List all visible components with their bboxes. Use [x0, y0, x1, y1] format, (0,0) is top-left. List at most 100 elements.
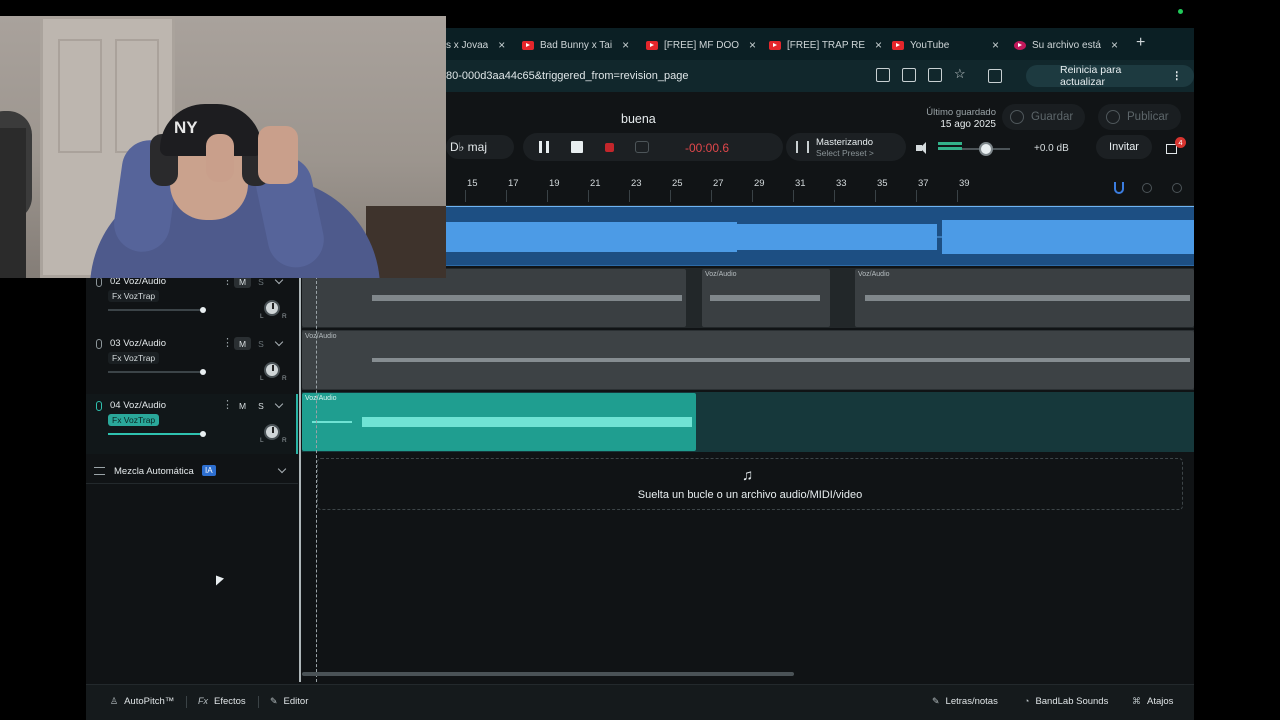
save-label: Guardar: [1031, 111, 1074, 123]
publish-button[interactable]: Publicar: [1098, 104, 1181, 130]
close-icon[interactable]: ×: [498, 38, 505, 52]
url-text[interactable]: 80-000d3aa44c65&triggered_from=revision_…: [446, 70, 688, 82]
chevron-down-icon[interactable]: [274, 337, 284, 347]
tab-title: Su archivo está: [1032, 39, 1101, 51]
solo-button[interactable]: S: [254, 337, 268, 350]
auto-mix-row[interactable]: Mezcla Automática IA: [86, 458, 298, 484]
track-lane-04[interactable]: Voz/Audio: [302, 392, 1194, 452]
pan-knob[interactable]: [264, 362, 280, 378]
pause-icon[interactable]: [539, 141, 549, 153]
pan-left-label: L: [260, 375, 264, 382]
track-lane-03[interactable]: Voz/Audio: [302, 330, 1194, 390]
zoom-out-icon[interactable]: [1142, 183, 1152, 193]
browser-tab[interactable]: Bad Bunny x Tai ×: [522, 34, 629, 56]
fx-chip[interactable]: Fx VozTrap: [108, 290, 160, 302]
close-icon[interactable]: ×: [749, 38, 756, 52]
track-menu-icon[interactable]: ⋮: [222, 336, 233, 349]
bar-tick: 37: [916, 178, 929, 202]
volume-slider-knob[interactable]: [200, 431, 206, 437]
new-tab-button[interactable]: +: [1136, 34, 1145, 52]
track-header-04[interactable]: 04 Voz/Audio ⋮ M S Fx VozTrap L R: [86, 394, 298, 454]
track-name: 04 Voz/Audio: [110, 400, 166, 411]
master-volume-knob[interactable]: [979, 142, 993, 156]
chevron-down-icon[interactable]: [277, 464, 287, 474]
editor-button[interactable]: ✎ Editor: [270, 696, 308, 707]
browser-tab[interactable]: Su archivo está ×: [1014, 34, 1118, 56]
bar-tick: 21: [588, 178, 601, 202]
pan-right-label: R: [282, 437, 287, 444]
effects-button[interactable]: Fx Efectos: [198, 696, 246, 707]
speaker-icon[interactable]: [916, 142, 926, 154]
mastering-button[interactable]: Masterizando Select Preset >: [786, 133, 906, 161]
more-icon[interactable]: ⋮: [1172, 70, 1183, 82]
track-name: 03 Voz/Audio: [110, 338, 166, 349]
track-header-02[interactable]: 02 Voz/Audio ⋮ M S Fx VozTrap L R: [86, 270, 298, 330]
translate-icon[interactable]: [928, 68, 942, 82]
close-icon[interactable]: ×: [875, 38, 882, 52]
zoom-in-icon[interactable]: [1172, 183, 1182, 193]
cast-icon[interactable]: [902, 68, 916, 82]
project-title[interactable]: buena: [621, 112, 656, 126]
browser-tab[interactable]: [FREE] MF DOO ×: [646, 34, 756, 56]
magnet-icon[interactable]: [1114, 182, 1124, 194]
bar-tick: 15: [465, 178, 478, 202]
volume-slider-knob[interactable]: [200, 369, 206, 375]
audio-clip[interactable]: Voz/Audio: [302, 331, 1194, 389]
bar-tick: 23: [629, 178, 642, 202]
update-button[interactable]: Reinicia para actualizar ⋮: [1026, 64, 1194, 88]
solo-button[interactable]: S: [254, 399, 268, 412]
volume-slider[interactable]: [108, 307, 206, 313]
mute-button[interactable]: M: [234, 337, 251, 350]
shortcuts-label: Atajos: [1147, 696, 1174, 707]
invite-button[interactable]: Invitar: [1096, 135, 1152, 159]
loop-icon[interactable]: [635, 141, 649, 153]
waveform: [372, 358, 1190, 362]
volume-readout: +0.0 dB: [1034, 143, 1069, 154]
command-icon: ⌘: [1132, 696, 1141, 706]
pan-knob[interactable]: [264, 424, 280, 440]
audio-clip[interactable]: Voz/Audio: [302, 393, 696, 451]
track-divider[interactable]: [299, 276, 301, 682]
mic-stand: [0, 128, 26, 278]
bandlab-sounds-button[interactable]: ◔ BandLab Sounds: [1024, 696, 1108, 707]
invite-label: Invitar: [1109, 141, 1139, 153]
fx-chip[interactable]: Fx VozTrap: [108, 352, 160, 364]
star-icon[interactable]: ☆: [954, 67, 968, 82]
volume-slider[interactable]: [108, 369, 206, 375]
bar-tick: 33: [834, 178, 847, 202]
fx-chip[interactable]: Fx VozTrap: [108, 414, 160, 426]
pan-right-label: R: [282, 313, 287, 320]
chevron-down-icon[interactable]: [274, 399, 284, 409]
volume-slider-knob[interactable]: [200, 307, 206, 313]
lyrics-button[interactable]: ✎ Letras/notas: [932, 696, 998, 707]
browser-tab[interactable]: s x Jovaa ×: [446, 34, 505, 56]
track-menu-icon[interactable]: ⋮: [222, 398, 233, 411]
close-icon[interactable]: ×: [992, 38, 999, 52]
search-tabs-icon[interactable]: [988, 69, 1002, 83]
volume-slider[interactable]: [108, 431, 206, 437]
pencil-icon: ✎: [270, 696, 278, 706]
divider: [186, 696, 187, 708]
horizontal-scrollbar[interactable]: [302, 672, 794, 676]
record-icon[interactable]: [605, 143, 614, 152]
reader-icon[interactable]: [876, 68, 890, 82]
audio-clip[interactable]: Voz/Audio: [702, 269, 830, 327]
close-icon[interactable]: ×: [622, 38, 629, 52]
mute-button[interactable]: M: [234, 399, 251, 412]
bar-tick: 27: [711, 178, 724, 202]
drop-zone[interactable]: ♫ Suelta un bucle o un archivo audio/MID…: [317, 458, 1183, 510]
autopitch-button[interactable]: ♙ AutoPitch™: [110, 696, 174, 707]
last-saved-date: 15 ago 2025: [940, 119, 996, 130]
browser-tab[interactable]: YouTube ×: [892, 34, 999, 56]
audio-clip[interactable]: Voz/Audio: [855, 269, 1194, 327]
key-selector[interactable]: D♭ maj: [446, 135, 514, 159]
pan-knob[interactable]: [264, 300, 280, 316]
mic-icon: [96, 401, 102, 411]
browser-tab[interactable]: [FREE] TRAP RE ×: [769, 34, 882, 56]
save-button[interactable]: Guardar: [1002, 104, 1086, 130]
close-icon[interactable]: ×: [1111, 38, 1118, 52]
stop-icon[interactable]: [571, 141, 583, 153]
waveform: [312, 417, 692, 427]
shortcuts-button[interactable]: ⌘ Atajos: [1132, 696, 1173, 707]
track-header-03[interactable]: 03 Voz/Audio ⋮ M S Fx VozTrap L R: [86, 332, 298, 392]
